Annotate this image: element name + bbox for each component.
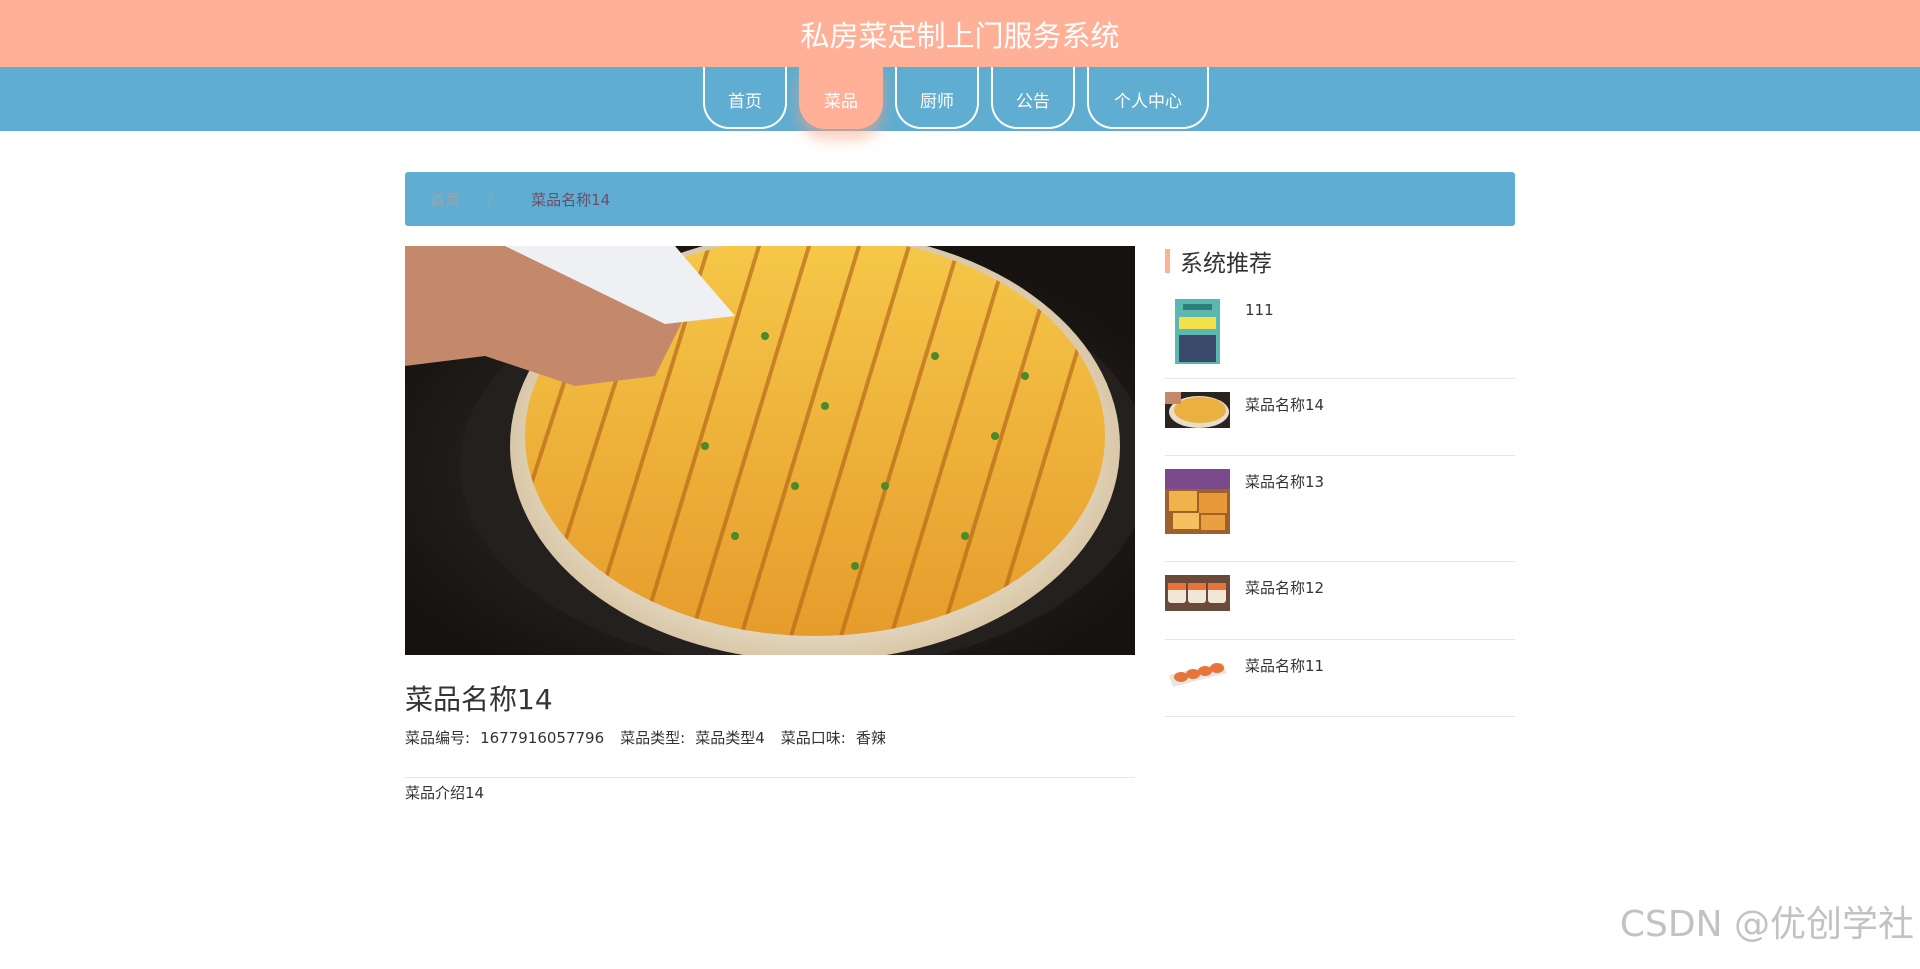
recommend-list: 111 菜品名称14 菜品名称13 菜品名称12 菜品名称11 xyxy=(1165,286,1515,717)
site-header: 私房菜定制上门服务系统 xyxy=(0,0,1920,67)
dish-main-image xyxy=(405,246,1135,655)
rec-thumbnail[interactable] xyxy=(1165,575,1230,615)
breadcrumb-separator: / xyxy=(488,190,494,208)
rec-name[interactable]: 菜品名称14 xyxy=(1245,392,1324,415)
dish-meta: 菜品编号: 1677916057796 菜品类型: 菜品类型4 菜品口味: 香辣 xyxy=(405,727,886,748)
meta-item: 菜品类型: 菜品类型4 xyxy=(620,727,765,748)
dish-description: 菜品介绍14 xyxy=(405,784,485,802)
list-item[interactable]: 111 xyxy=(1165,286,1515,379)
dish-thumb-image xyxy=(1165,575,1230,611)
meta-label: 菜品类型: xyxy=(620,729,686,747)
rec-name[interactable]: 菜品名称13 xyxy=(1245,469,1324,492)
dish-title: 菜品名称14 xyxy=(405,683,553,716)
rec-thumbnail[interactable] xyxy=(1165,392,1230,432)
sidebar-accent-bar xyxy=(1165,249,1170,273)
main-nav: 首页 菜品 厨师 公告 个人中心 xyxy=(0,67,1920,131)
meta-item: 菜品编号: 1677916057796 xyxy=(405,727,604,748)
recommend-sidebar: 系统推荐 111 菜品名称14 菜品名称13 菜品名称12 菜品名称11 xyxy=(1165,246,1515,717)
meta-value: 菜品类型4 xyxy=(695,729,765,747)
dish-thumb-image xyxy=(1165,469,1230,534)
content-divider xyxy=(405,777,1135,778)
meta-label: 菜品编号: xyxy=(405,729,471,747)
list-item[interactable]: 菜品名称13 xyxy=(1165,456,1515,562)
nav-item-chefs[interactable]: 厨师 xyxy=(895,67,979,129)
nav-items: 首页 菜品 厨师 公告 个人中心 xyxy=(703,67,1209,131)
nav-item-profile[interactable]: 个人中心 xyxy=(1087,67,1209,129)
nav-item-label: 厨师 xyxy=(920,91,954,112)
sidebar-title: 系统推荐 xyxy=(1180,251,1272,277)
breadcrumb: 首页 / 菜品名称14 xyxy=(405,172,1515,226)
meta-item: 菜品口味: 香辣 xyxy=(781,727,886,748)
breadcrumb-current: 菜品名称14 xyxy=(531,190,611,209)
dish-thumb-image xyxy=(1165,653,1230,693)
nav-item-label: 个人中心 xyxy=(1114,91,1182,112)
site-title: 私房菜定制上门服务系统 xyxy=(800,18,1120,53)
nav-item-home[interactable]: 首页 xyxy=(703,67,787,129)
list-item[interactable]: 菜品名称14 xyxy=(1165,379,1515,456)
list-item[interactable]: 菜品名称11 xyxy=(1165,640,1515,717)
rec-thumbnail[interactable] xyxy=(1165,653,1230,697)
nav-item-label: 菜品 xyxy=(824,91,858,112)
meta-value: 香辣 xyxy=(855,729,886,747)
breadcrumb-home-link[interactable]: 首页 xyxy=(430,189,460,210)
rec-name[interactable]: 菜品名称12 xyxy=(1245,575,1324,598)
meta-label: 菜品口味: xyxy=(780,729,846,747)
rec-name[interactable]: 菜品名称11 xyxy=(1245,653,1324,676)
book-cover-image xyxy=(1175,299,1220,364)
rec-name[interactable]: 111 xyxy=(1245,299,1274,319)
nav-item-notices[interactable]: 公告 xyxy=(991,67,1075,129)
watermark: CSDN @优创学社 xyxy=(1619,904,1914,945)
rec-thumbnail[interactable] xyxy=(1165,469,1230,538)
rec-thumbnail[interactable] xyxy=(1165,299,1230,368)
nav-item-label: 公告 xyxy=(1016,91,1050,112)
dish-photo xyxy=(405,246,1135,655)
meta-value: 1677916057796 xyxy=(480,729,605,747)
dish-thumb-image xyxy=(1165,392,1230,428)
nav-item-label: 首页 xyxy=(728,91,762,112)
list-item[interactable]: 菜品名称12 xyxy=(1165,562,1515,640)
sidebar-header: 系统推荐 xyxy=(1165,246,1515,277)
nav-item-dishes[interactable]: 菜品 xyxy=(799,67,883,129)
